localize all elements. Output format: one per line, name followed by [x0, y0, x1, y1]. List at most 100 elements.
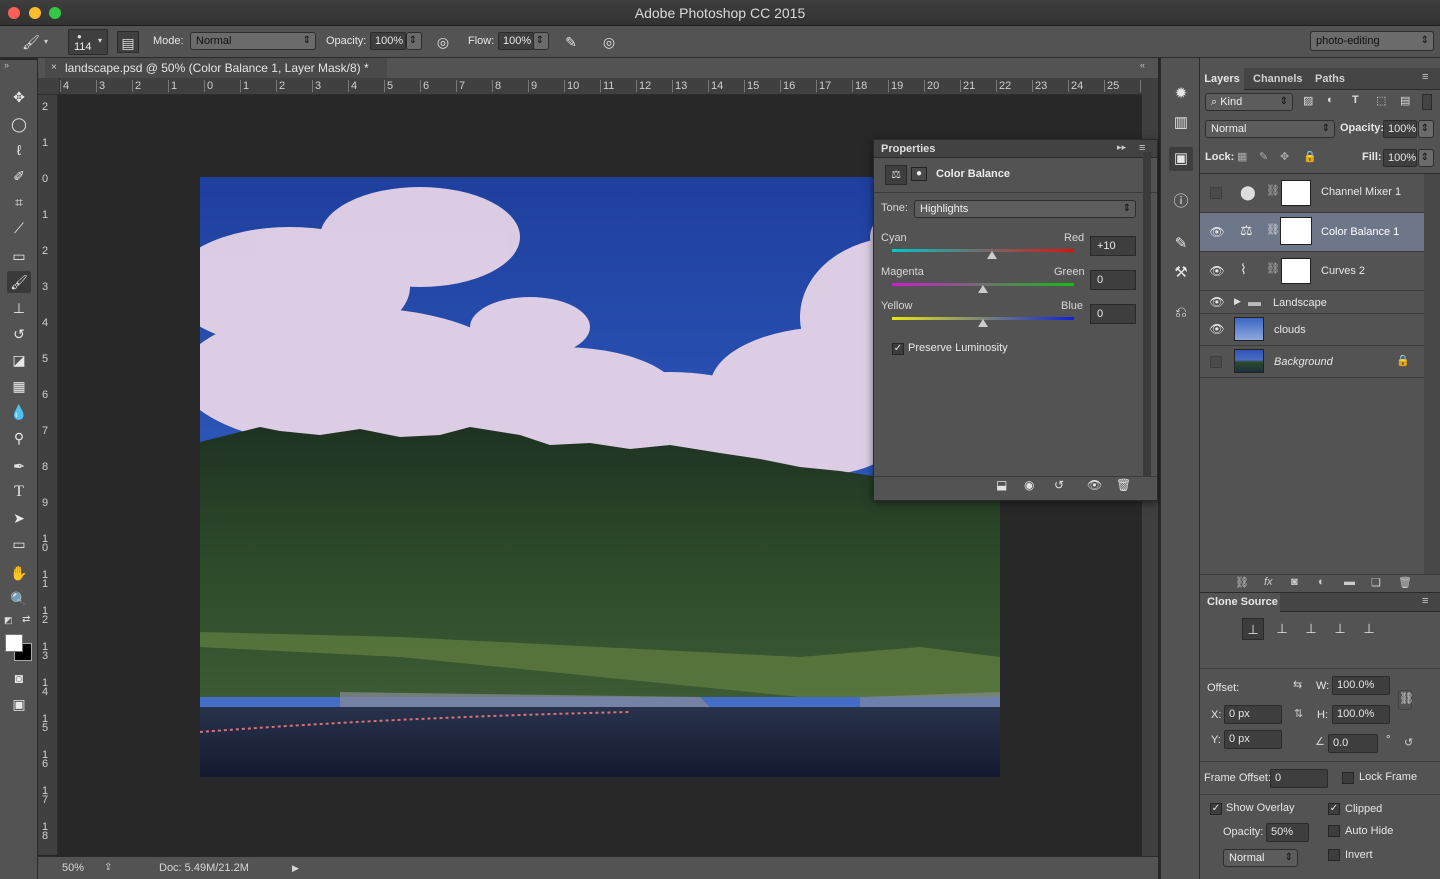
- visibility-toggle-empty[interactable]: [1210, 356, 1222, 368]
- layer-mask-thumbnail[interactable]: [1281, 180, 1311, 206]
- visibility-eye-icon[interactable]: 👁: [1209, 295, 1225, 311]
- frame-offset-field[interactable]: 0: [1270, 769, 1328, 788]
- hand-tool-icon[interactable]: ✋: [7, 562, 31, 584]
- filter-smart-object-icon[interactable]: ▤: [1400, 94, 1410, 107]
- collapse-icon[interactable]: »: [4, 60, 9, 70]
- foreground-color-swatch[interactable]: [5, 634, 23, 652]
- collapse-panel-icon[interactable]: ▸▸: [1117, 142, 1126, 153]
- navigator-icon[interactable]: ✹: [1169, 82, 1193, 106]
- preset-dropdown-arrow-icon[interactable]: ▾: [44, 37, 54, 47]
- tone-select[interactable]: Highlights: [914, 200, 1136, 218]
- layer-name[interactable]: Landscape: [1273, 297, 1327, 309]
- fx-icon[interactable]: fx: [1264, 576, 1273, 588]
- delete-adjustment-icon[interactable]: 🗑: [1116, 478, 1131, 492]
- lock-all-icon[interactable]: 🔒: [1303, 150, 1317, 163]
- layer-mask-icon[interactable]: ●: [911, 167, 927, 181]
- clone-source-1-icon[interactable]: ⊥: [1242, 618, 1264, 640]
- tab-clone-source[interactable]: Clone Source: [1200, 593, 1280, 612]
- clipped-checkbox[interactable]: ✓: [1328, 803, 1340, 815]
- group-expand-icon[interactable]: ▶: [1234, 296, 1241, 307]
- eraser-tool-icon[interactable]: ◪: [7, 349, 31, 371]
- link-scale-icon[interactable]: ⛓: [1398, 690, 1414, 710]
- crop-tool-icon[interactable]: ⌗: [7, 191, 31, 213]
- layer-row-background[interactable]: Background 🔒: [1200, 346, 1424, 378]
- tab-paths[interactable]: Paths: [1315, 68, 1345, 90]
- flip-horizontal-icon[interactable]: ⇆: [1293, 678, 1302, 691]
- panel-menu-icon[interactable]: ≡: [1422, 595, 1428, 607]
- cyan-red-slider-track[interactable]: [892, 249, 1074, 252]
- lock-position-icon[interactable]: ✥: [1280, 150, 1289, 163]
- default-colors-icon[interactable]: ◩: [4, 615, 13, 626]
- brush-tool-icon[interactable]: 🖌: [7, 271, 31, 293]
- layer-opacity-slider-toggle[interactable]: [1418, 120, 1434, 138]
- magenta-green-value[interactable]: 0: [1090, 270, 1136, 290]
- flip-vertical-icon[interactable]: ⇅: [1294, 707, 1303, 720]
- invert-checkbox[interactable]: [1328, 849, 1340, 861]
- lock-image-icon[interactable]: ✎: [1259, 150, 1268, 163]
- brush-size-picker[interactable]: ● 114 ▾: [68, 29, 108, 55]
- panel-menu-icon[interactable]: ≡: [1422, 71, 1428, 83]
- workspace-switcher[interactable]: photo-editing: [1310, 31, 1434, 51]
- lasso-tool-icon[interactable]: ℓ: [7, 139, 31, 161]
- visibility-eye-icon[interactable]: 👁: [1209, 264, 1225, 280]
- blend-mode-select[interactable]: Normal: [1205, 120, 1335, 138]
- close-window-button[interactable]: [8, 7, 20, 19]
- healing-brush-tool-icon[interactable]: ▭: [7, 245, 31, 267]
- angle-field[interactable]: 0.0: [1328, 734, 1378, 753]
- lock-frame-checkbox[interactable]: [1342, 772, 1354, 784]
- airbrush-icon[interactable]: ✎: [560, 31, 582, 53]
- overlay-opacity-field[interactable]: 50%: [1266, 823, 1309, 842]
- delete-layer-icon[interactable]: 🗑: [1398, 576, 1412, 589]
- quick-selection-tool-icon[interactable]: ✐: [7, 165, 31, 187]
- filter-shape-icon[interactable]: ⬚: [1376, 94, 1386, 107]
- move-tool-icon[interactable]: ✥: [7, 86, 31, 108]
- lock-transparent-icon[interactable]: ▦: [1237, 150, 1247, 163]
- status-menu-arrow-icon[interactable]: ▶: [292, 858, 299, 878]
- new-layer-icon[interactable]: ❏: [1371, 576, 1381, 589]
- properties-scrollbar[interactable]: [1143, 152, 1151, 476]
- layer-thumbnail[interactable]: [1234, 349, 1264, 373]
- zoom-window-button[interactable]: [49, 7, 61, 19]
- clone-source-3-icon[interactable]: ⊥: [1300, 618, 1322, 640]
- zoom-level[interactable]: 50%: [62, 858, 84, 878]
- info-icon[interactable]: ⓘ: [1169, 190, 1193, 214]
- quick-mask-icon[interactable]: ◙: [7, 667, 31, 689]
- visibility-toggle-empty[interactable]: [1210, 187, 1222, 199]
- opacity-field[interactable]: 100%: [370, 32, 406, 50]
- elliptical-marquee-tool-icon[interactable]: ◯: [7, 113, 31, 135]
- reset-icon[interactable]: ↺: [1054, 478, 1064, 492]
- zoom-tool-icon[interactable]: 🔍: [7, 588, 31, 610]
- type-tool-icon[interactable]: T: [7, 481, 31, 503]
- layer-name[interactable]: Channel Mixer 1: [1321, 186, 1401, 198]
- eyedropper-tool-icon[interactable]: ⟋: [7, 217, 31, 239]
- visibility-eye-icon[interactable]: 👁: [1087, 478, 1102, 492]
- reset-transform-icon[interactable]: ↺: [1404, 736, 1413, 749]
- flow-field[interactable]: 100%: [498, 32, 534, 50]
- yellow-blue-value[interactable]: 0: [1090, 304, 1136, 324]
- fill-slider-toggle[interactable]: [1418, 149, 1434, 167]
- w-field[interactable]: 100.0%: [1332, 676, 1390, 695]
- layer-mask-thumbnail[interactable]: [1281, 258, 1311, 284]
- clone-source-2-icon[interactable]: ⊥: [1271, 618, 1293, 640]
- filter-toggle[interactable]: [1422, 94, 1432, 110]
- x-field[interactable]: 0 px: [1224, 705, 1282, 724]
- new-adjustment-icon[interactable]: ◐: [1318, 576, 1325, 588]
- link-icon[interactable]: ⛓: [1266, 184, 1280, 197]
- layer-thumbnail[interactable]: [1234, 317, 1264, 341]
- flow-slider-toggle[interactable]: [533, 32, 549, 50]
- pen-tool-icon[interactable]: ✒: [7, 455, 31, 477]
- rectangle-tool-icon[interactable]: ▭: [7, 533, 31, 555]
- layer-row-curves[interactable]: 👁 ⌇ ⛓ Curves 2: [1200, 252, 1424, 291]
- yellow-blue-slider-knob[interactable]: [978, 319, 988, 327]
- mode-select[interactable]: Normal: [190, 32, 316, 50]
- gradient-tool-icon[interactable]: ▦: [7, 375, 31, 397]
- visibility-eye-icon[interactable]: 👁: [1209, 322, 1225, 338]
- layer-opacity-field[interactable]: 100%: [1383, 120, 1417, 138]
- clone-source-5-icon[interactable]: ⊥: [1358, 618, 1380, 640]
- preserve-luminosity-checkbox[interactable]: ✓: [892, 343, 904, 355]
- tab-layers[interactable]: Layers: [1200, 68, 1244, 90]
- layer-filter-select[interactable]: ⌕ Kind: [1205, 93, 1293, 111]
- fill-field[interactable]: 100%: [1383, 149, 1417, 167]
- magenta-green-slider-knob[interactable]: [978, 285, 988, 293]
- opacity-slider-toggle[interactable]: [406, 32, 422, 50]
